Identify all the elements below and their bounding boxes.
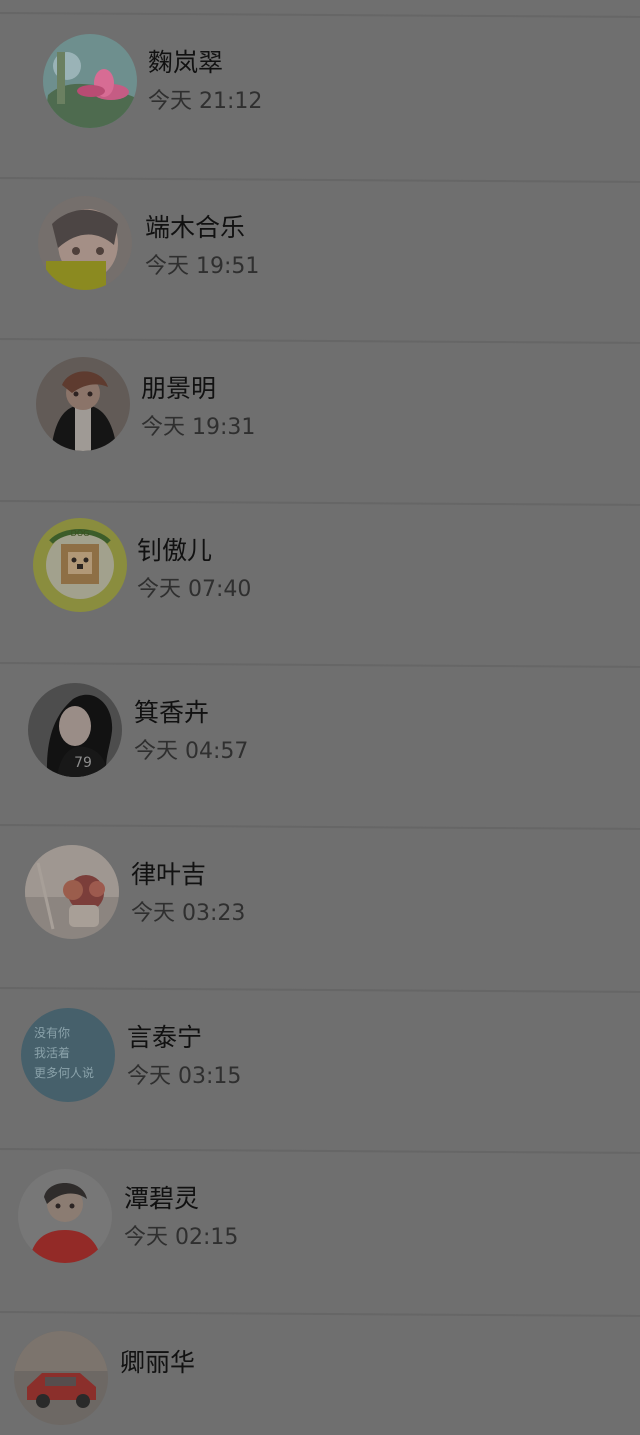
contact-time: 今天 19:51 — [145, 254, 260, 279]
contact-name: 律叶吉 — [131, 860, 207, 889]
lotus-flower-avatar-icon — [43, 34, 137, 128]
contact-time: 今天 04:57 — [134, 739, 249, 764]
contact-time: 今天 07:40 — [137, 577, 252, 602]
contact-row[interactable]: 朋景明 今天 19:31 — [0, 342, 640, 462]
contact-row[interactable]: DOG 钊傲儿 今天 07:40 — [0, 504, 640, 624]
contact-name: 潭碧灵 — [124, 1184, 200, 1213]
contact-name: 朋景明 — [141, 374, 217, 403]
contact-time: 今天 21:12 — [148, 89, 263, 114]
contact-row[interactable]: 卿丽华 — [0, 1315, 640, 1435]
dark-hair-girl-avatar-icon: 79 — [28, 683, 122, 777]
svg-text:没有你: 没有你 — [34, 1025, 70, 1040]
contact-name: 卿丽华 — [120, 1348, 196, 1377]
contact-name: 端木合乐 — [145, 213, 246, 242]
contact-row[interactable]: 端木合乐 今天 19:51 — [0, 181, 640, 301]
contact-row[interactable]: 79 箕香卉 今天 04:57 — [0, 666, 640, 786]
svg-text:DOG: DOG — [71, 529, 90, 538]
svg-text:我活着: 我活着 — [34, 1045, 70, 1060]
contact-time: 今天 02:15 — [124, 1225, 239, 1250]
svg-text:79: 79 — [74, 755, 92, 771]
contact-time: 今天 03:15 — [127, 1064, 242, 1089]
contact-time: 今天 03:23 — [131, 901, 246, 926]
cartoon-dog-avatar-icon: DOG — [33, 518, 127, 612]
boy-red-shirt-avatar-icon — [18, 1169, 112, 1263]
contact-name: 钊傲儿 — [137, 536, 213, 565]
contact-row[interactable]: 没有你 我活着 更多何人说 言泰宁 今天 03:15 — [0, 991, 640, 1111]
contact-time: 今天 19:31 — [141, 415, 256, 440]
contact-row[interactable]: 律叶吉 今天 03:23 — [0, 828, 640, 948]
contact-name: 言泰宁 — [127, 1023, 203, 1052]
young-man-avatar-icon — [36, 357, 130, 451]
girl-selfie-avatar-icon — [38, 196, 132, 290]
contact-name: 麴岚翠 — [148, 48, 224, 77]
contact-row[interactable]: 潭碧灵 今天 02:15 — [0, 1152, 640, 1272]
text-card-avatar-icon: 没有你 我活着 更多何人说 — [21, 1008, 115, 1102]
contact-row[interactable]: 麴岚翠 今天 21:12 — [0, 16, 640, 136]
contact-list: 麴岚翠 今天 21:12 端木合乐 今天 19:51 朋景明 今天 19:31 … — [0, 0, 640, 1425]
red-car-avatar-icon — [14, 1331, 108, 1425]
flowers-vase-avatar-icon — [25, 845, 119, 939]
svg-text:更多何人说: 更多何人说 — [34, 1065, 94, 1080]
contact-name: 箕香卉 — [134, 698, 210, 727]
